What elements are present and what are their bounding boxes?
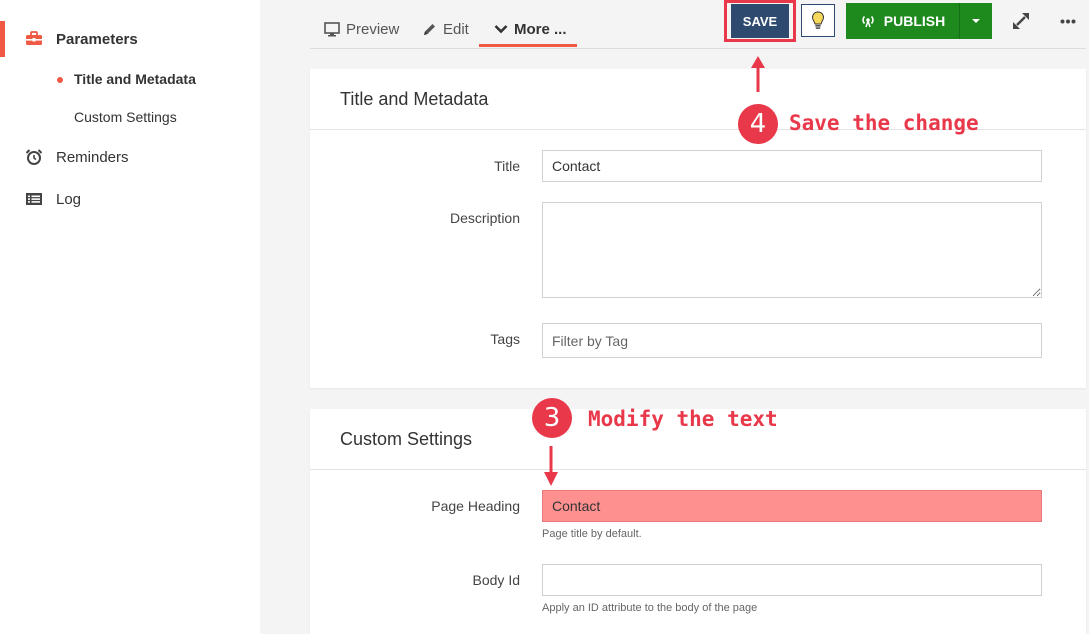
page-heading-help: Page title by default. bbox=[542, 528, 642, 540]
alarm-clock-icon bbox=[25, 149, 43, 165]
step4-badge: 4 bbox=[738, 104, 778, 144]
page-heading-label: Page Heading bbox=[431, 498, 520, 514]
lightbulb-button[interactable] bbox=[801, 4, 835, 37]
tab-label: Preview bbox=[346, 20, 400, 38]
sidebar-item-label: Parameters bbox=[56, 30, 138, 48]
body-id-label: Body Id bbox=[472, 572, 520, 588]
sidebar-item-label: Log bbox=[56, 190, 82, 208]
toolbox-icon bbox=[26, 31, 42, 45]
title-input[interactable] bbox=[542, 150, 1042, 182]
sidebar: Parameters Title and Metadata Custom Set… bbox=[0, 0, 260, 634]
description-textarea[interactable] bbox=[542, 202, 1042, 298]
publish-button[interactable]: PUBLISH bbox=[846, 3, 959, 39]
tab-label: Edit bbox=[443, 20, 469, 38]
body-id-input[interactable] bbox=[542, 564, 1042, 596]
custom-settings-panel: Custom Settings Page Heading Page title … bbox=[310, 409, 1086, 634]
publish-label: PUBLISH bbox=[883, 13, 946, 29]
broadcast-icon bbox=[862, 15, 874, 28]
sidebar-item-label: Reminders bbox=[56, 148, 129, 166]
body-id-help: Apply an ID attribute to the body of the… bbox=[542, 602, 758, 614]
page-heading-input[interactable] bbox=[542, 490, 1042, 522]
tab-preview[interactable]: Preview bbox=[324, 12, 399, 46]
sidebar-subitem-custom-settings[interactable]: Custom Settings bbox=[0, 102, 260, 132]
sidebar-item-reminders[interactable]: Reminders bbox=[0, 139, 260, 175]
sidebar-item-log[interactable]: Log bbox=[0, 181, 260, 217]
tab-more[interactable]: More ... bbox=[494, 12, 567, 46]
tab-edit[interactable]: Edit bbox=[422, 12, 469, 46]
tags-label: Tags bbox=[490, 331, 520, 347]
current-dot bbox=[57, 77, 63, 83]
title-label: Title bbox=[494, 158, 520, 174]
caret-down-icon bbox=[972, 19, 980, 23]
ellipsis-icon[interactable] bbox=[1060, 19, 1076, 24]
sidebar-subitem-title-metadata[interactable]: Title and Metadata bbox=[0, 64, 260, 94]
expand-icon[interactable] bbox=[1011, 11, 1031, 31]
tab-label: More ... bbox=[514, 20, 567, 38]
monitor-icon bbox=[324, 21, 340, 36]
save-button[interactable]: SAVE bbox=[731, 4, 789, 38]
step3-caption: Modify the text bbox=[588, 407, 778, 431]
tags-input[interactable] bbox=[542, 323, 1042, 358]
chevron-down-icon bbox=[494, 25, 508, 34]
publish-options-button[interactable] bbox=[959, 3, 992, 39]
sidebar-item-label: Custom Settings bbox=[74, 109, 177, 125]
sidebar-item-parameters[interactable]: Parameters bbox=[0, 21, 260, 57]
lightbulb-icon bbox=[811, 10, 825, 29]
list-icon bbox=[26, 193, 42, 205]
step4-arrow bbox=[751, 56, 765, 92]
sidebar-item-label: Title and Metadata bbox=[74, 71, 196, 87]
step4-caption: Save the change bbox=[789, 111, 979, 135]
step3-arrow bbox=[544, 446, 558, 486]
active-tab-underline bbox=[479, 44, 577, 47]
description-label: Description bbox=[449, 210, 520, 226]
pencil-icon bbox=[424, 23, 435, 35]
step3-badge: 3 bbox=[532, 398, 572, 438]
